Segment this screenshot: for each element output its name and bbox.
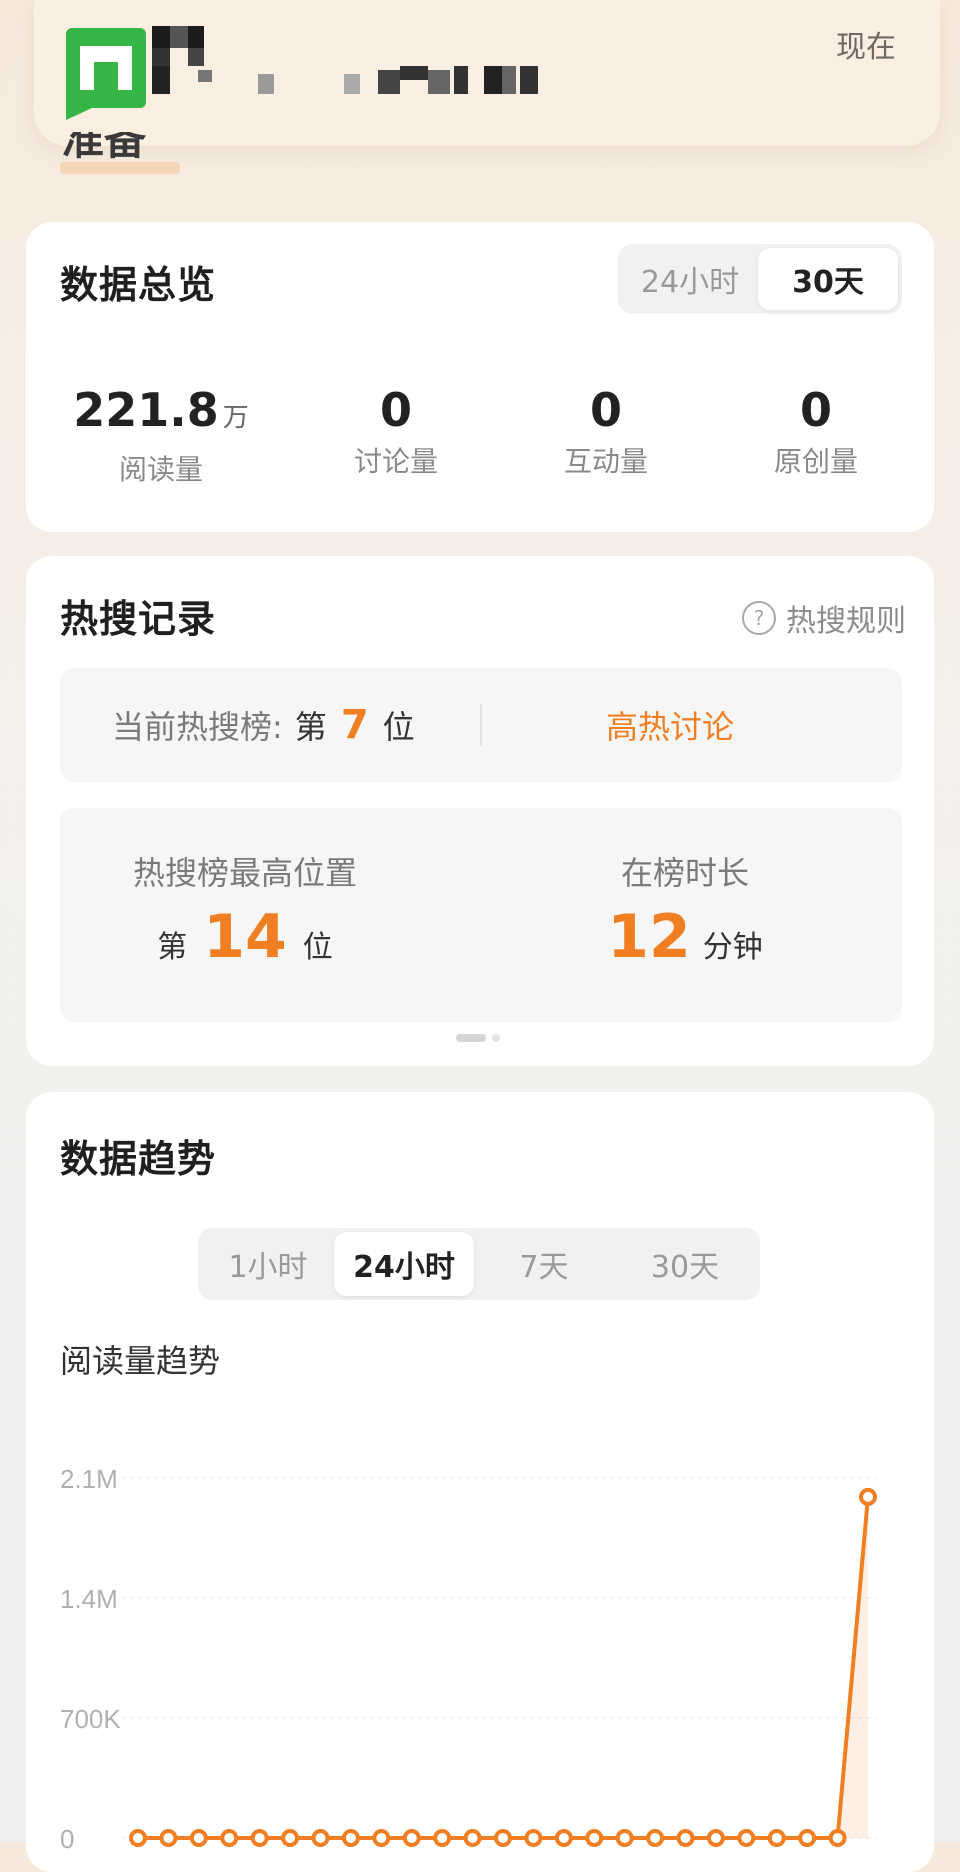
stat-unit: 万 [222, 403, 249, 433]
data-point[interactable] [706, 1829, 725, 1847]
data-point[interactable] [311, 1829, 330, 1847]
data-point[interactable] [646, 1829, 665, 1847]
data-point[interactable] [129, 1829, 147, 1847]
stat-label: 原创量 [773, 445, 858, 478]
hot-search-rules-link[interactable]: ? 热搜规则 [742, 596, 906, 640]
stat-label: 讨论量 [353, 445, 438, 478]
overview-stats: 221.8 万 阅读量 0 讨论量 0 互动量 0 原创量 [26, 384, 934, 488]
data-point[interactable] [767, 1829, 786, 1847]
data-point[interactable] [402, 1829, 421, 1847]
rank-di: 第 [157, 930, 188, 965]
tab-30d[interactable]: 30天 [758, 248, 898, 310]
hot-search-card: 热搜记录 ? 热搜规则 当前热搜榜: 第 7 位 高热讨论 热搜榜最高位置 第 … [26, 556, 934, 1066]
data-point[interactable] [615, 1829, 634, 1847]
data-point[interactable] [828, 1829, 847, 1847]
data-point[interactable] [250, 1829, 269, 1847]
duration-value: 12 [607, 902, 691, 972]
duration-block: 在榜时长 12 分钟 [600, 848, 770, 972]
current-rank: 当前热搜榜: 第 7 位 [112, 702, 415, 748]
y-tick-label: 0 [60, 1824, 74, 1854]
overview-title: 数据总览 [60, 263, 217, 307]
overview-card: 数据总览 24小时 30天 221.8 万 阅读量 0 讨论量 0 互动量 0 原… [26, 222, 934, 532]
notification-time: 现在 [836, 30, 896, 65]
data-point[interactable] [737, 1829, 756, 1847]
rank-wei: 位 [302, 930, 333, 965]
stat-reads: 221.8 万 阅读量 [26, 384, 296, 488]
page-title-behind: 准备 [62, 132, 147, 164]
rules-label: 热搜规则 [786, 604, 906, 639]
page-indicator [456, 1034, 500, 1042]
highest-rank-number: 14 [203, 902, 287, 972]
stat-interactions: 0 互动量 [496, 384, 716, 488]
y-tick-label: 1.4M [60, 1584, 118, 1614]
highest-rank-block: 热搜榜最高位置 第 14 位 [120, 848, 370, 972]
rank-di: 第 [294, 708, 327, 746]
tab-24h[interactable]: 24小时 [622, 248, 758, 310]
notification-banner[interactable]: 现在 [34, 0, 940, 146]
stat-label: 阅读量 [118, 453, 203, 486]
stat-originals: 0 原创量 [716, 384, 916, 488]
overview-period-switch: 24小时 30天 [618, 244, 902, 314]
data-point[interactable] [433, 1829, 452, 1847]
read-trend-chart: 0 700K 1.4M 2.1M [60, 1464, 877, 1854]
highest-rank-label: 热搜榜最高位置 [132, 854, 357, 892]
data-point[interactable] [189, 1829, 208, 1847]
hot-search-title: 热搜记录 [60, 597, 217, 641]
app-icon[interactable] [66, 28, 146, 120]
duration-label: 在榜时长 [620, 854, 749, 892]
data-point[interactable] [281, 1829, 300, 1847]
rank-wei: 位 [382, 708, 415, 746]
data-point[interactable] [676, 1829, 695, 1847]
data-point[interactable] [372, 1829, 391, 1847]
stat-value: 0 [379, 383, 412, 437]
question-icon: ? [742, 601, 776, 635]
data-point[interactable] [463, 1829, 482, 1847]
data-point[interactable] [524, 1829, 543, 1847]
rank-history-box: 热搜榜最高位置 第 14 位 在榜时长 12 分钟 [60, 808, 902, 1022]
stat-value: 0 [589, 383, 622, 437]
duration-unit: 分钟 [702, 930, 763, 965]
hot-discussion-tag[interactable]: 高热讨论 [606, 702, 734, 748]
data-point[interactable] [554, 1829, 573, 1847]
data-point[interactable] [341, 1829, 360, 1847]
current-rank-prefix: 当前热搜榜: [112, 708, 283, 746]
data-point[interactable] [798, 1829, 817, 1847]
stat-value: 0 [799, 383, 832, 437]
current-rank-number: 7 [340, 702, 369, 748]
divider [480, 704, 482, 746]
data-point[interactable] [585, 1829, 604, 1847]
current-rank-box: 当前热搜榜: 第 7 位 高热讨论 [60, 668, 902, 782]
stat-value: 221.8 [73, 383, 219, 437]
y-tick-label: 700K [60, 1704, 121, 1734]
data-point[interactable] [220, 1829, 239, 1847]
series-line [138, 1496, 870, 1840]
stat-discussions: 0 讨论量 [296, 384, 496, 488]
data-point[interactable] [859, 1487, 877, 1506]
data-point[interactable] [494, 1829, 512, 1847]
series-area [138, 1496, 868, 1838]
stat-label: 互动量 [563, 445, 648, 478]
data-point[interactable] [159, 1829, 178, 1847]
y-tick-label: 2.1M [60, 1464, 118, 1494]
trend-card: 数据趋势 1小时 24小时 7天 30天 阅读量趋势 0 700K 1.4M 2.1M [26, 1092, 934, 1872]
